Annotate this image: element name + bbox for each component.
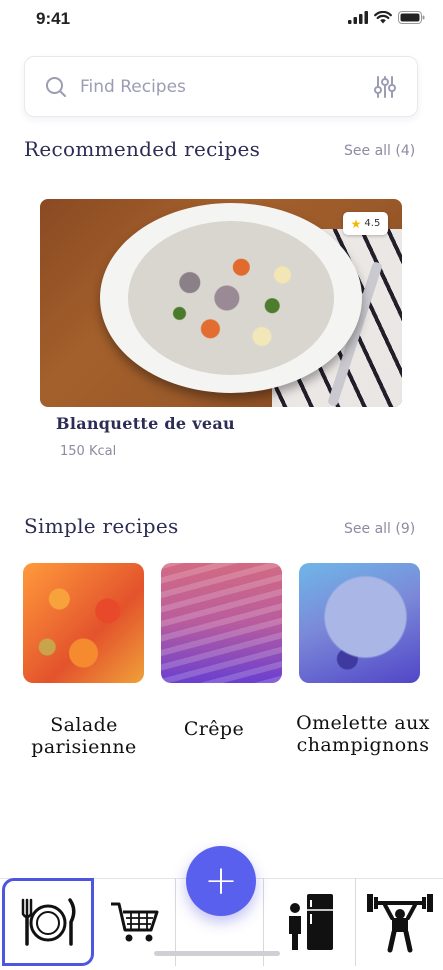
- add-button[interactable]: +: [186, 846, 256, 916]
- status-bar: 9:41: [0, 0, 443, 40]
- wifi-icon: [374, 11, 392, 24]
- filter-icon[interactable]: [373, 75, 397, 99]
- featured-recipe-name[interactable]: Blanquette de veau: [56, 414, 235, 433]
- recommended-see-all-link[interactable]: See all (4): [344, 143, 415, 159]
- recipe-label-omelette[interactable]: Omelette aux champignons: [284, 712, 442, 756]
- simple-title: Simple recipes: [24, 514, 179, 538]
- recipe-label-salade[interactable]: Salade parisienne: [14, 714, 154, 758]
- recipe-thumb-crepe[interactable]: [161, 563, 282, 683]
- weightlifting-icon: [366, 894, 433, 953]
- signal-icon: [348, 11, 368, 24]
- home-indicator: [154, 951, 280, 956]
- search-icon: [46, 77, 66, 97]
- nav-item-meals[interactable]: [2, 878, 94, 966]
- status-time: 9:41: [36, 9, 71, 28]
- rating-badge: ★ 4.5: [343, 212, 388, 235]
- search-input[interactable]: [80, 73, 360, 101]
- featured-recipe-kcal: 150 Kcal: [60, 444, 117, 459]
- star-icon: ★: [350, 216, 362, 231]
- recipe-thumb-salade[interactable]: [23, 563, 144, 683]
- recommended-title: Recommended recipes: [24, 137, 261, 161]
- plate-cutlery-icon: [21, 898, 76, 946]
- recipe-label-crepe[interactable]: Crêpe: [154, 718, 274, 740]
- fridge-icon: [288, 894, 333, 950]
- rating-value: 4.5: [364, 218, 381, 229]
- add-icon: +: [204, 858, 238, 904]
- search-bar[interactable]: [24, 56, 418, 117]
- recipe-thumb-omelette[interactable]: [299, 563, 420, 683]
- shopping-cart-icon: [110, 902, 158, 942]
- nav-item-fitness[interactable]: [356, 878, 443, 966]
- simple-see-all-link[interactable]: See all (9): [344, 521, 415, 537]
- battery-icon: [398, 11, 425, 24]
